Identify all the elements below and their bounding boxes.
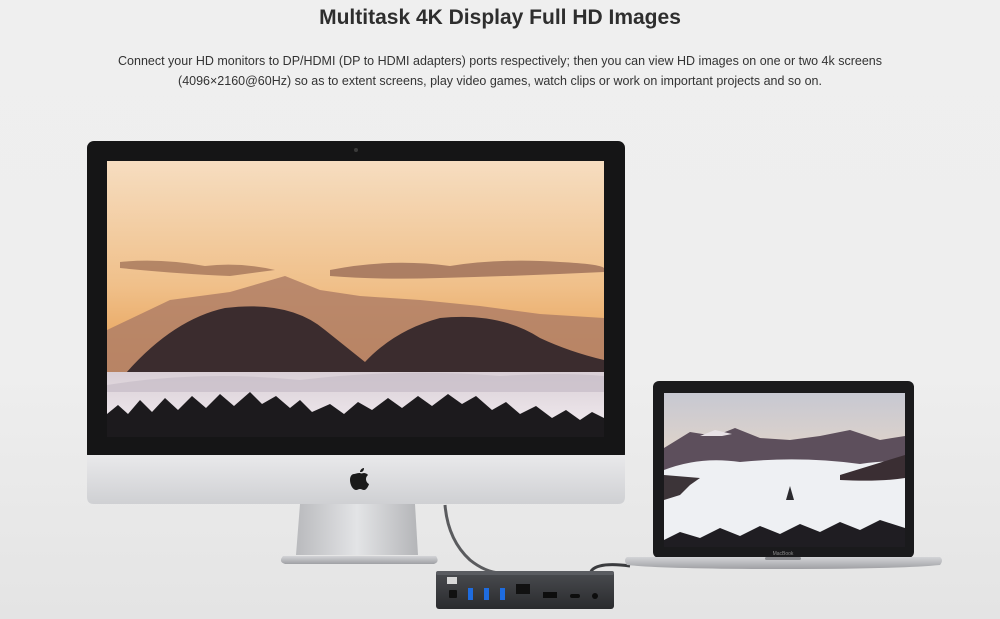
imac-camera (354, 148, 358, 152)
ethernet-port-icon (516, 584, 530, 594)
imac-stand (296, 504, 418, 555)
macbook-laptop (625, 381, 942, 569)
macbook-brand-label: MacBook (773, 551, 794, 557)
dock-logo-icon (447, 577, 457, 584)
imac-screen-image (107, 161, 604, 437)
macbook-screen-image (664, 393, 905, 547)
displayport-icon (543, 592, 557, 598)
product-illustration: MacBook (87, 141, 942, 609)
imac-cable (443, 504, 501, 575)
imac-stand-base (280, 556, 438, 564)
imac-monitor (87, 141, 625, 564)
docking-station (436, 571, 614, 609)
usb-c-port-icon (570, 594, 580, 598)
power-port-icon (449, 590, 457, 598)
audio-jack-icon (592, 593, 598, 599)
